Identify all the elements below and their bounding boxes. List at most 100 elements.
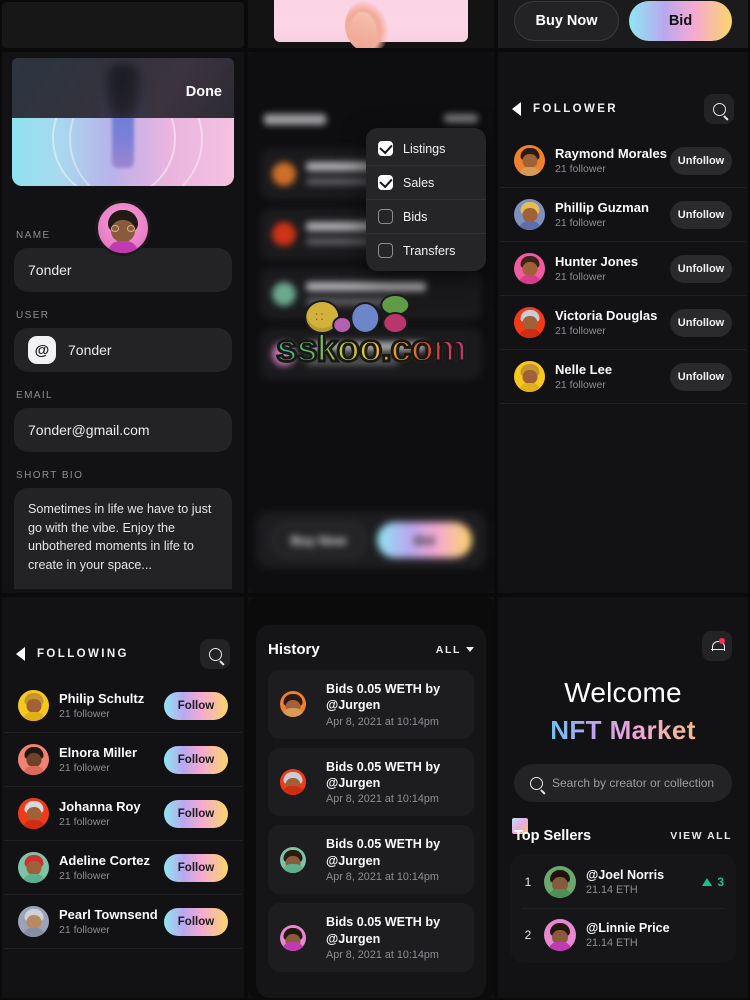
brand-title: NFT Market (498, 715, 748, 746)
blurred-bid-button[interactable]: Bid (377, 522, 472, 558)
history-text: Bids 0.05 WETH by @Jurgen (326, 759, 441, 791)
bio-field-label: SHORT BIO (16, 470, 84, 481)
done-button[interactable]: Done (186, 84, 222, 100)
avatar (18, 744, 49, 775)
avatar-body (108, 241, 138, 253)
avatar (514, 253, 545, 284)
seller-rank: 2 (524, 928, 532, 942)
avatar (18, 906, 49, 937)
history-time: Apr 8, 2021 at 10:14pm (326, 793, 439, 806)
filter-item-transfers[interactable]: Transfers (366, 234, 486, 267)
table-row[interactable]: Elnora Miller 21 follower Follow (4, 733, 242, 787)
avatar (514, 199, 545, 230)
back-triangle-icon[interactable] (16, 647, 25, 661)
profile-cover-image[interactable] (12, 118, 234, 186)
blurred-buy-now-button[interactable]: Buy Now (270, 522, 367, 558)
search-icon[interactable] (200, 639, 230, 669)
list-item[interactable]: Bids 0.05 WETH by @Jurgen Apr 8, 2021 at… (268, 670, 474, 739)
list-item[interactable]: Bids 0.05 WETH by @Jurgen Apr 8, 2021 at… (268, 747, 474, 817)
follower-header: FOLLOWER (498, 52, 748, 124)
buy-now-button[interactable]: Buy Now (514, 1, 619, 41)
following-panel: FOLLOWING Philip Schultz 21 follower Fol… (2, 597, 244, 998)
user-followers: 21 follower (555, 379, 606, 392)
chevron-down-icon (466, 647, 474, 652)
search-input[interactable]: Search by creator or collection (514, 764, 732, 802)
checkbox-checked-icon[interactable] (378, 141, 393, 156)
view-all-button[interactable]: VIEW ALL (670, 830, 732, 842)
search-icon[interactable] (704, 94, 734, 124)
history-title: History (268, 641, 320, 658)
user-name: Philip Schultz (59, 690, 145, 706)
avatar (280, 846, 306, 873)
table-row[interactable]: Johanna Roy 21 follower Follow (4, 787, 242, 841)
top-left-partial-panel (2, 2, 244, 48)
history-time: Apr 8, 2021 at 10:14pm (326, 948, 439, 961)
filter-item-sales[interactable]: Sales (366, 166, 486, 200)
follow-button[interactable]: Follow (164, 745, 228, 774)
cover-figure (112, 118, 134, 168)
unfollow-button[interactable]: Unfollow (670, 146, 732, 175)
seller-eth: 21.14 ETH (586, 884, 638, 896)
table-row[interactable]: Hunter Jones 21 follower Unfollow (500, 242, 746, 296)
list-item[interactable]: Bids 0.05 WETH by @Jurgen Apr 8, 2021 at… (268, 903, 474, 972)
filter-item-label: Bids (403, 209, 428, 224)
user-followers: 21 follower (59, 924, 110, 937)
bell-icon[interactable] (702, 631, 732, 661)
unfollow-button[interactable]: Unfollow (670, 254, 732, 283)
user-input[interactable]: @ 7onder (14, 328, 232, 372)
bid-button[interactable]: Bid (629, 1, 732, 41)
table-row[interactable]: 2 @Linnie Price 21.14 ETH (522, 909, 724, 961)
history-filter-label: ALL (435, 643, 461, 656)
email-input[interactable]: 7onder@gmail.com (14, 408, 232, 452)
seller-rank: 1 (524, 875, 532, 889)
filter-item-label: Transfers (403, 243, 456, 258)
back-triangle-icon[interactable] (512, 102, 521, 116)
follow-button[interactable]: Follow (164, 853, 228, 882)
history-text: Bids 0.05 WETH by @Jurgen (326, 682, 441, 713)
avatar (544, 919, 576, 951)
follow-button[interactable]: Follow (164, 799, 228, 828)
seller-delta: 3 (717, 875, 724, 889)
filter-dropdown-menu[interactable]: Listings Sales Bids Transfers (366, 128, 486, 271)
user-name: Victoria Douglas (555, 307, 658, 323)
avatar (280, 769, 306, 796)
list-item[interactable]: Bids 0.05 WETH by @Jurgen Apr 8, 2021 at… (268, 825, 474, 895)
follow-button[interactable]: Follow (164, 691, 228, 720)
table-row[interactable]: Victoria Douglas 21 follower Unfollow (500, 296, 746, 350)
unfollow-button[interactable]: Unfollow (670, 308, 732, 337)
table-row[interactable]: Phillip Guzman 21 follower Unfollow (500, 188, 746, 242)
user-followers: 21 follower (59, 762, 110, 775)
avatar (18, 690, 49, 721)
history-header: History ALL (268, 641, 474, 658)
follow-button[interactable]: Follow (164, 907, 228, 936)
filter-item-bids[interactable]: Bids (366, 200, 486, 234)
table-row[interactable]: Philip Schultz 21 follower Follow (4, 679, 242, 733)
profile-banner-top: Done (12, 58, 234, 118)
checkbox-unchecked-icon[interactable] (378, 243, 393, 258)
table-row[interactable]: 1 @Joel Norris 21.14 ETH 3 (522, 856, 724, 909)
page-title: Welcome (564, 677, 682, 708)
checkbox-unchecked-icon[interactable] (378, 209, 393, 224)
search-placeholder: Search by creator or collection (552, 776, 715, 790)
table-row[interactable]: Nelle Lee 21 follower Unfollow (500, 350, 746, 404)
history-text: Bids 0.05 WETH by @Jurgen (326, 915, 441, 946)
profile-avatar[interactable] (95, 200, 151, 256)
top-nft-image-partial-panel (248, 0, 494, 48)
at-icon: @ (28, 336, 56, 364)
filter-item-listings[interactable]: Listings (366, 132, 486, 166)
unfollow-button[interactable]: Unfollow (670, 200, 732, 229)
bio-textarea[interactable]: Sometimes in life we have to just go wit… (14, 488, 232, 589)
avatar (514, 145, 545, 176)
top-sellers-list: 1 @Joel Norris 21.14 ETH 3 2 @Linnie Pri… (510, 854, 736, 963)
checkbox-checked-icon[interactable] (378, 175, 393, 190)
table-row[interactable]: Pearl Townsend 21 follower Follow (4, 895, 242, 949)
user-followers: 21 follower (59, 870, 110, 883)
table-row[interactable]: Raymond Morales 21 follower Unfollow (500, 134, 746, 188)
user-name: Phillip Guzman (555, 199, 649, 215)
history-filter-dropdown[interactable]: ALL (436, 644, 474, 656)
unfollow-button[interactable]: Unfollow (670, 362, 732, 391)
table-row[interactable]: Adeline Cortez 21 follower Follow (4, 841, 242, 895)
user-name: Raymond Morales (555, 145, 667, 161)
hand-illustration-icon (345, 0, 390, 48)
avatar (514, 307, 545, 338)
